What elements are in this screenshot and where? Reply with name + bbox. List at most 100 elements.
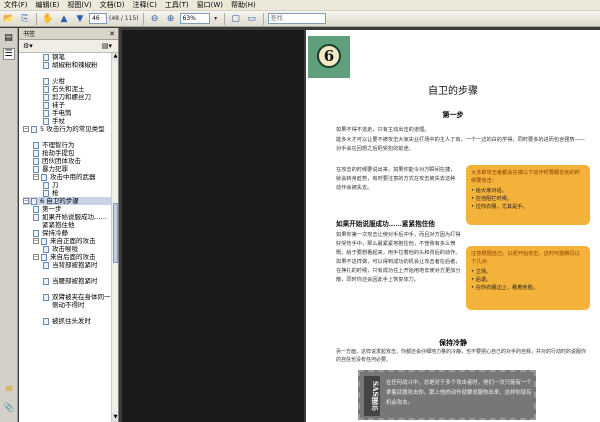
paragraph: 如果不得不逃走，只有主动出击的道理。 — [336, 127, 430, 133]
bookmark-icon — [43, 182, 49, 189]
bookmark-icon — [33, 166, 39, 173]
menu-item[interactable]: 视图(V) — [63, 0, 95, 11]
bookmark-item[interactable]: 如果开始说服成功……紧紧抱住他 — [33, 213, 111, 229]
bookmark-label: 抢劫手提包 — [42, 149, 75, 157]
comments-icon[interactable]: ✉ — [3, 384, 15, 396]
attachments-icon[interactable]: 📎 — [3, 402, 15, 414]
bookmark-icon — [41, 174, 47, 181]
bookmark-item[interactable]: − 5 攻击行为的常见类型 — [23, 125, 111, 133]
bookmark-item[interactable]: 刀 — [43, 181, 111, 189]
fit-width-icon[interactable]: ▭ — [245, 12, 259, 25]
zoom-in-icon[interactable]: ⊕ — [164, 12, 178, 25]
menu-item[interactable]: 帮助(H) — [227, 0, 260, 11]
bookmark-item[interactable]: − 来自正面的攻击 — [33, 237, 111, 245]
bookmark-icon — [33, 142, 39, 149]
tip-item: • 立场。 — [471, 269, 492, 275]
page-number-input[interactable] — [89, 13, 107, 24]
scroll-thumb[interactable] — [113, 203, 118, 263]
subheading: 如果开始说服成功……紧紧抱住他 — [336, 220, 435, 228]
bookmark-icon — [33, 206, 39, 213]
bookmarks-icon[interactable]: ☰ — [2, 48, 15, 60]
zoom-out-icon[interactable]: ⊖ — [148, 12, 162, 25]
sas-tag: SAS提示 — [364, 376, 380, 416]
bookmark-icon — [43, 102, 49, 109]
bookmark-label: 保持冷静 — [42, 229, 68, 237]
bookmark-label: 第一步 — [42, 205, 62, 213]
menu-item[interactable]: 窗口(W) — [193, 0, 227, 11]
sas-tip-text: 在任何战斗中，总是对于多个攻击者时，他们一次只能有一个拿着武器攻击你。跟上他的动… — [386, 380, 532, 406]
bookmark-item[interactable]: 火柑 — [43, 77, 111, 85]
open-icon[interactable]: 📂 — [2, 12, 16, 25]
hand-tool-icon[interactable]: ✋ — [41, 12, 55, 25]
paragraph: 如果你第一次攻击让使对手后冲手，而且对方因为打得好受伤手中，那么最紧紧地抱住他，… — [336, 232, 461, 283]
menu-item[interactable]: 文档(D) — [96, 0, 129, 11]
bookmark-label: 袜子 — [52, 101, 65, 109]
pages-icon[interactable]: ▤ — [3, 32, 15, 44]
toolbar-divider — [223, 12, 225, 25]
bookmark-label: 5 攻击行为的常见类型 — [40, 125, 105, 133]
menu-item[interactable]: 文件(F) — [0, 0, 32, 11]
bookmark-item[interactable]: − 6 自卫的步骤 — [23, 197, 111, 205]
scrollbar[interactable]: ▲ ▼ — [111, 53, 118, 422]
sas-tip-box: SAS提示 在任何战斗中，总是对于多个攻击者时，他们一次只能有一个拿着武器攻击你… — [358, 370, 536, 420]
bookmark-item[interactable]: 双臂被夹在身体同一侧动不得时 — [43, 293, 111, 309]
bookmark-item[interactable]: 手杖 — [43, 117, 111, 125]
bookmark-label: 来自正面的攻击 — [50, 237, 96, 245]
bookmark-item[interactable]: 钢笔 — [43, 53, 111, 61]
bookmark-label: 火柑 — [52, 77, 65, 85]
bookmark-icon — [43, 94, 49, 101]
bookmark-label: 当背部被抱紧时 — [52, 261, 98, 269]
new-bookmark-icon[interactable]: ▤▾ — [102, 42, 112, 50]
collapse-icon[interactable]: − — [33, 254, 39, 260]
bookmarks-panel: 书签 ✕ ⚙▾ ▤▾ ▲ ▼ 钢笔 胡椒粉和辣椒粉 火柑 石头和泥土 剪刀和螺丝刀 袜子手… — [19, 28, 119, 422]
next-page-icon[interactable]: ▼ — [73, 12, 87, 25]
bookmark-item[interactable]: 不理智行为 — [33, 141, 111, 149]
close-icon[interactable]: ✕ — [109, 30, 115, 38]
bookmark-label: 如果开始说服成功……紧紧抱住他 — [42, 213, 107, 229]
bookmark-icon — [43, 118, 49, 125]
bookmark-item[interactable]: 被抓住头发时 — [43, 317, 111, 325]
bookmark-label: 当腰部被抱紧时 — [52, 277, 98, 285]
bookmark-item[interactable]: 保持冷静 — [33, 229, 111, 237]
bookmark-item[interactable]: 当背部被抱紧时 — [43, 261, 111, 269]
bookmark-item[interactable]: 石头和泥土 — [43, 85, 111, 93]
collapse-icon[interactable]: − — [33, 174, 39, 180]
bookmark-item[interactable]: 抢劫手提包 — [33, 149, 111, 157]
bookmark-icon — [43, 294, 49, 301]
search-input[interactable] — [267, 13, 326, 24]
bookmark-item[interactable]: − 攻击中用的武器 — [33, 173, 111, 181]
bookmark-item[interactable]: 团伙团体攻击 — [33, 157, 111, 165]
collapse-icon[interactable]: − — [33, 238, 39, 244]
toolbar-divider — [142, 12, 144, 25]
scroll-down-icon[interactable]: ▼ — [112, 414, 118, 422]
bookmark-item[interactable]: 第一步 — [33, 205, 111, 213]
prev-page-icon[interactable]: ▲ — [57, 12, 71, 25]
bookmark-item[interactable]: 袜子 — [43, 101, 111, 109]
bookmark-item[interactable]: 胡椒粉和辣椒粉 — [43, 61, 111, 69]
bookmark-item[interactable]: 手电筒 — [43, 109, 111, 117]
bookmark-icon — [43, 190, 49, 197]
options-icon[interactable]: ⚙▾ — [23, 42, 33, 50]
bookmark-item[interactable]: − 来自后面的攻击 — [33, 253, 111, 261]
bookmark-label: 胡椒粉和辣椒粉 — [52, 61, 98, 69]
bookmark-label: 钢笔 — [52, 53, 65, 61]
bookmark-item[interactable]: 枪 — [43, 189, 111, 197]
zoom-dropdown-icon[interactable]: ▾ — [212, 12, 220, 25]
bookmark-icon — [33, 230, 39, 237]
fit-page-icon[interactable]: ▢ — [229, 12, 243, 25]
bookmark-item[interactable]: 攻击喉咙 — [43, 245, 111, 253]
collapse-icon[interactable]: − — [23, 198, 29, 204]
bookmark-label: 来自后面的攻击 — [50, 253, 96, 261]
scroll-up-icon[interactable]: ▲ — [112, 53, 118, 61]
bookmark-item[interactable]: 剪刀和螺丝刀 — [43, 93, 111, 101]
menu-item[interactable]: 工具(T) — [161, 0, 193, 11]
collapse-icon[interactable]: − — [23, 126, 29, 132]
zoom-input[interactable] — [179, 13, 210, 24]
tip-box: 注意根据自己，以便开始攻击，这时可能瞧见以下几点： • 立场。 • 后退。 • … — [466, 246, 590, 310]
bookmark-item[interactable]: 暴力犯罪 — [33, 165, 111, 173]
menu-item[interactable]: 编辑(E) — [32, 0, 64, 11]
print-icon[interactable]: ⎘ — [18, 12, 32, 25]
bookmark-icon — [43, 110, 49, 117]
bookmark-item[interactable]: 当腰部被抱紧时 — [43, 277, 111, 285]
menu-item[interactable]: 注释(C) — [129, 0, 161, 11]
